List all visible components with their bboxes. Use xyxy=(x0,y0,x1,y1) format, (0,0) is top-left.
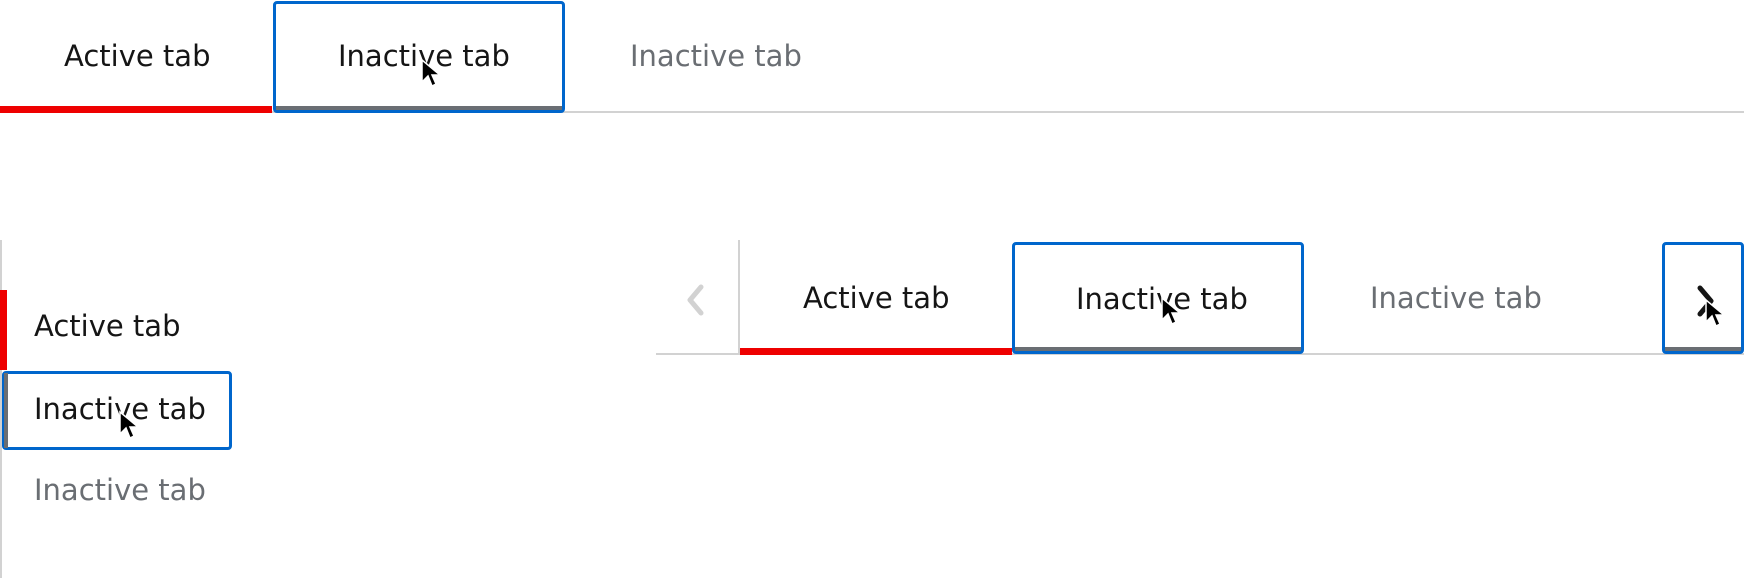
mouse-cursor-icon xyxy=(1161,296,1182,326)
tab-active[interactable]: Active tab xyxy=(0,0,272,114)
tab-active[interactable]: Active tab xyxy=(740,240,1012,355)
hover-tab-indicator xyxy=(1665,347,1741,351)
vertical-tabs: Active tab Inactive tab Inactive tab xyxy=(0,240,240,578)
tab-active[interactable]: Active tab xyxy=(0,290,240,370)
active-tab-indicator xyxy=(0,106,272,113)
hover-tab-indicator xyxy=(1015,347,1301,351)
tab-label: Active tab xyxy=(803,281,950,315)
mouse-cursor-icon xyxy=(1705,298,1726,328)
active-tab-indicator xyxy=(0,290,7,370)
scroll-right-button[interactable] xyxy=(1662,242,1744,354)
tab-inactive[interactable]: Inactive tab xyxy=(566,0,866,114)
mouse-cursor-icon xyxy=(421,58,442,88)
tab-label: Inactive tab xyxy=(34,473,206,507)
mouse-cursor-icon xyxy=(119,410,140,440)
tab-inactive[interactable]: Inactive tab xyxy=(1304,240,1604,354)
tab-inactive[interactable]: Inactive tab xyxy=(0,454,240,526)
tab-label: Active tab xyxy=(34,309,181,343)
tab-inactive-focused[interactable]: Inactive tab xyxy=(1012,242,1304,354)
tab-inactive-focused[interactable]: Inactive tab xyxy=(273,1,565,113)
tab-label: Inactive tab xyxy=(630,39,802,73)
hover-tab-indicator xyxy=(4,373,8,448)
chevron-left-icon xyxy=(687,284,704,316)
tab-inactive-focused[interactable]: Inactive tab xyxy=(2,371,232,450)
tab-label: Inactive tab xyxy=(1370,281,1542,315)
tab-label: Active tab xyxy=(64,39,211,73)
hover-tab-indicator xyxy=(276,106,562,110)
scroll-left-button[interactable] xyxy=(656,240,740,354)
horizontal-tabs: Active tab Inactive tab Inactive tab xyxy=(0,0,1744,114)
active-tab-indicator xyxy=(740,348,1012,355)
scrollable-tabs: Active tab Inactive tab Inactive tab xyxy=(656,240,1744,360)
